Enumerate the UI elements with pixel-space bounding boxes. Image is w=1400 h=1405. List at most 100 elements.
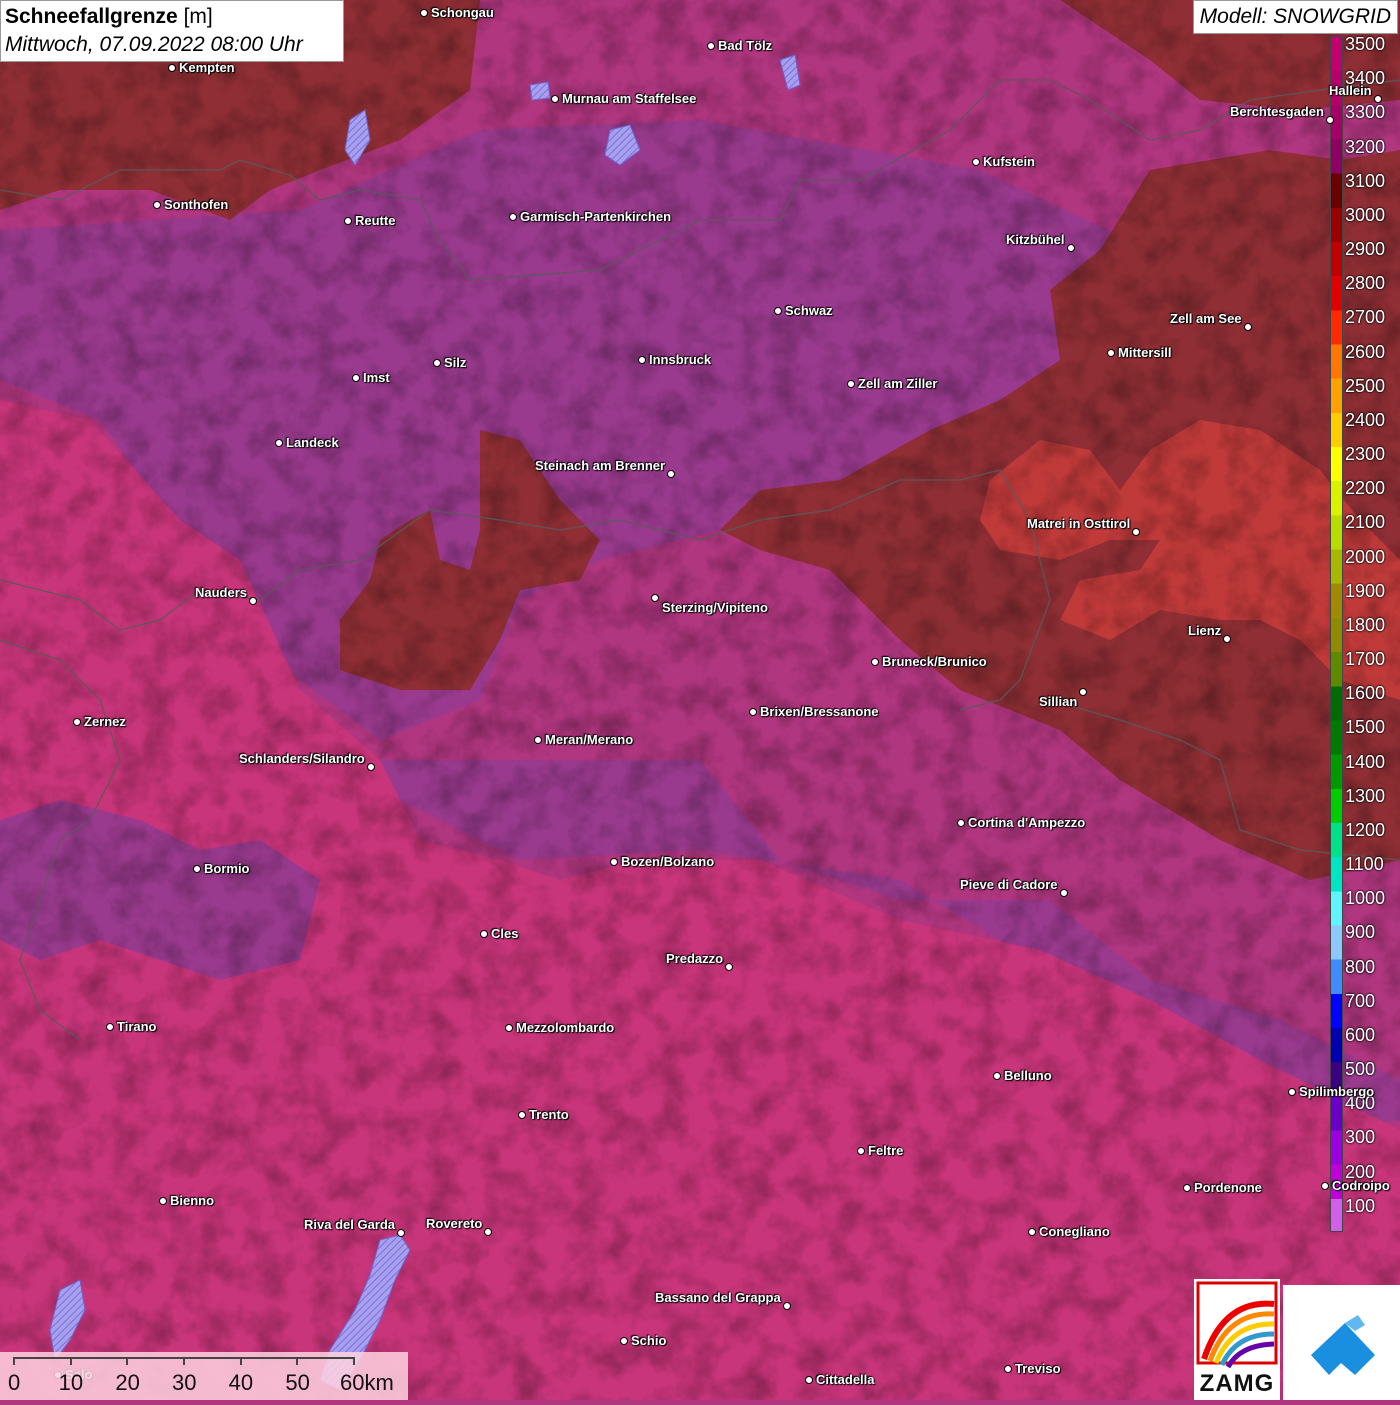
map-title: Schneefallgrenze [m] [5,3,339,31]
city-label: Nauders [195,585,248,600]
city-marker [651,594,659,602]
city-marker [1107,349,1115,357]
city-marker [509,213,517,221]
city-marker [1079,688,1087,696]
scale-label: 50 [285,1370,310,1395]
city-label: Sonthofen [164,197,229,212]
legend-label: 1400 [1345,751,1386,772]
legend-label: 1200 [1345,819,1386,840]
legend-label: 3000 [1345,204,1386,225]
city-marker [1132,528,1140,536]
city-marker [505,1024,513,1032]
legend-label: 800 [1345,956,1376,977]
city-label: Schongau [431,5,494,20]
city-marker [484,1228,492,1236]
city-label: Feltre [868,1143,904,1158]
city-marker [534,736,542,744]
city-marker [1374,95,1382,103]
city-marker [106,1023,114,1031]
city-marker [420,9,428,17]
city-label: Berchtesgaden [1230,104,1324,119]
city-marker [73,718,81,726]
scale-tick [183,1357,185,1365]
city-marker [433,359,441,367]
legend-label: 2800 [1345,273,1386,294]
city-label: Hallein [1329,83,1372,98]
city-label: Pordenone [1194,1180,1262,1195]
city-label: Reutte [355,213,396,228]
city-marker [847,380,855,388]
city-marker [344,217,352,225]
scale-tick [353,1357,355,1365]
legend-label: 2000 [1345,546,1386,567]
zamg-logo-text: ZAMG [1199,1370,1275,1397]
city-label: Bassano del Grappa [655,1290,781,1305]
city-marker [783,1302,791,1310]
city-label: Bormio [204,861,250,876]
city-label: Tirano [117,1019,157,1034]
city-marker [871,658,879,666]
legend-label: 2700 [1345,307,1386,328]
city-label: Sterzing/Vipiteno [662,600,768,615]
city-label: Schio [631,1333,667,1348]
city-marker [1326,116,1334,124]
city-marker [993,1072,1001,1080]
legend-label: 3500 [1345,34,1386,54]
scale-label: 20 [115,1370,140,1395]
legend-label: 3300 [1345,102,1386,123]
city-marker [707,42,715,50]
mountain-icon [1311,1315,1375,1375]
city-label: Conegliano [1039,1224,1110,1239]
legend-label: 2500 [1345,375,1386,396]
legend-label: 1100 [1345,854,1384,875]
legend-label: 3100 [1345,170,1386,191]
lake-staffelsee [529,81,551,101]
title-unit: [m] [183,5,213,28]
city-marker [551,95,559,103]
rainbow-icon [1196,1281,1278,1369]
scale-tick [296,1357,299,1365]
city-label: Schlanders/Silandro [239,751,365,766]
city-marker [168,64,176,72]
legend-label: 2900 [1345,239,1386,260]
city-label: Meran/Merano [545,732,634,747]
scale-label: 60km [340,1370,394,1395]
city-marker [1060,889,1068,897]
city-label: Steinach am Brenner [535,458,666,473]
model-label: Modell: SNOWGRID [1192,0,1398,34]
scale-label: 0 [8,1370,21,1395]
city-marker [367,763,375,771]
scale-label: 40 [228,1370,254,1395]
city-label: Garmisch-Partenkirchen [520,209,672,224]
city-marker [620,1337,628,1345]
city-marker [159,1197,167,1205]
city-marker [749,708,757,716]
city-marker [638,356,646,364]
scale-label: 30 [172,1370,197,1395]
scale-tick [239,1357,242,1365]
title-box: Schneefallgrenze [m] Mittwoch, 07.09.202… [0,0,344,62]
legend-label: 1600 [1345,683,1386,704]
legend-label: 2600 [1345,341,1386,362]
city-marker [857,1147,865,1155]
city-label: Murnau am Staffelsee [562,91,697,106]
legend-label: 900 [1345,922,1376,943]
city-marker [1067,244,1075,252]
legend-label: 1000 [1345,888,1386,909]
city-label: Belluno [1004,1068,1052,1083]
city-marker [1004,1365,1012,1373]
city-label: Pieve di Cadore [960,877,1058,892]
city-label: Kempten [179,60,235,75]
city-label: Bruneck/Brunico [882,654,987,669]
city-marker [275,439,283,447]
city-label: Landeck [286,435,339,450]
city-label: Trento [529,1107,569,1122]
legend-label: 100 [1345,1195,1376,1216]
city-marker [1321,1182,1329,1190]
city-marker [1223,635,1231,643]
city-label: Lienz [1188,623,1222,638]
city-marker [667,470,675,478]
city-label: Cles [491,926,519,941]
city-marker [1244,323,1252,331]
city-label: Predazzo [666,951,724,966]
